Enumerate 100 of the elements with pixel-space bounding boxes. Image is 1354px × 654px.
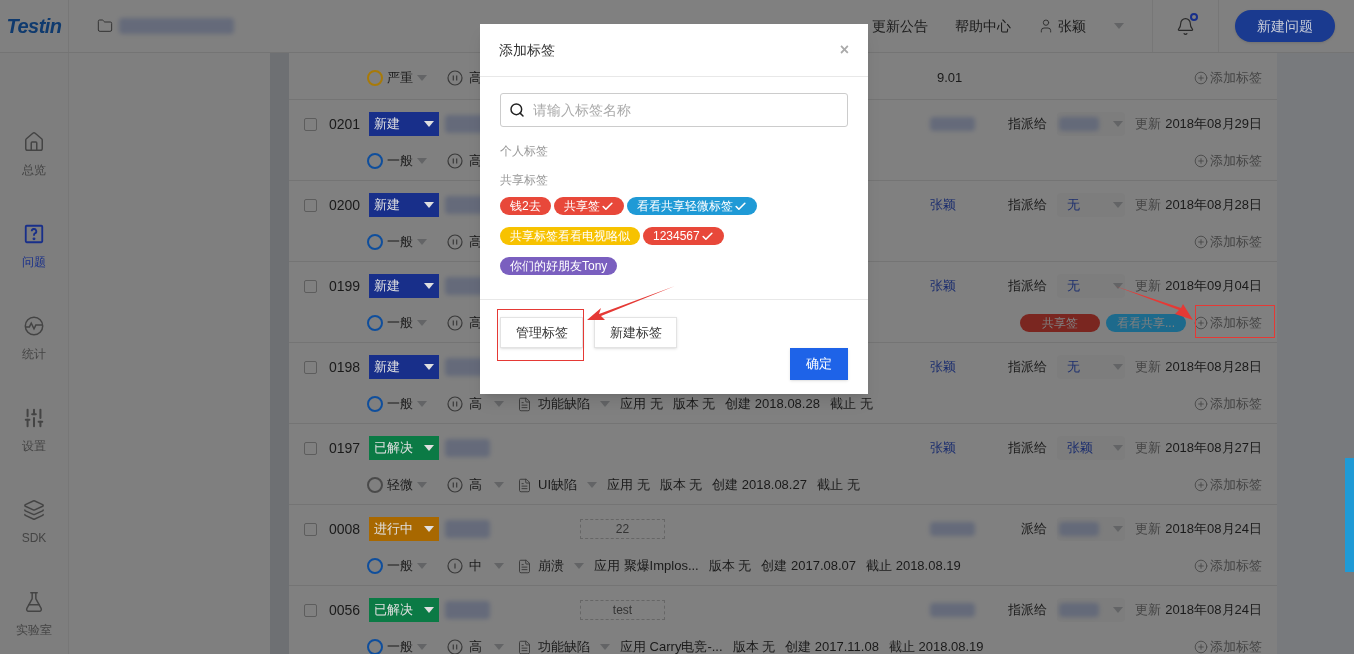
row-checkbox[interactable] [304, 360, 317, 374]
issue-id: 0197 [329, 438, 362, 458]
caret-icon [1113, 121, 1124, 127]
dialog-button[interactable]: 新建标签 [594, 317, 677, 348]
priority-select[interactable]: 中 [469, 556, 482, 576]
new-issue-button[interactable]: 新建问题 [1235, 10, 1335, 42]
reporter-name: 张颖 [930, 278, 957, 294]
flask-icon [23, 591, 45, 613]
user-menu[interactable]: 张颖 [1058, 15, 1086, 37]
priority-select[interactable]: 高 [469, 475, 482, 495]
assignee-label: 指派给 [1007, 277, 1048, 296]
caret-icon [1114, 23, 1124, 29]
header-link[interactable]: 更新公告 [872, 15, 928, 37]
priority-icon [447, 558, 463, 574]
status-select[interactable]: 新建 [369, 355, 439, 379]
logo[interactable]: Testin [6, 11, 62, 41]
updated-date: 2018年08月28日 [1165, 196, 1262, 215]
priority-select[interactable]: 高 [469, 637, 482, 654]
caret-icon [1113, 445, 1124, 451]
close-button[interactable]: × [839, 38, 849, 62]
severity-select[interactable]: 轻微 [387, 475, 413, 495]
type-select[interactable]: UI缺陷 [538, 475, 577, 495]
row-checkbox[interactable] [304, 117, 317, 131]
tag-chip[interactable]: 共享签 [1020, 314, 1100, 332]
assignee-label: 指派给 [1007, 196, 1048, 215]
priority-icon [447, 70, 463, 86]
home-icon [23, 131, 45, 153]
caret-icon [417, 401, 427, 407]
document-icon [517, 639, 532, 654]
meta-text: 版本 无 [659, 476, 703, 495]
tag-chip[interactable]: 看看共享轻微标签 [626, 197, 757, 215]
updated-date: 2018年08月27日 [1165, 439, 1262, 458]
status-select[interactable]: 已解决 [369, 436, 439, 460]
row-checkbox[interactable] [304, 522, 317, 536]
tag-chip[interactable]: 你们的好朋友Tony [500, 257, 618, 275]
status-select[interactable]: 新建 [369, 193, 439, 217]
sidebar-item[interactable]: 问题 [22, 223, 46, 271]
dashed-label: 22 [580, 519, 665, 539]
updated-date: 2018年09月04日 [1165, 277, 1262, 296]
priority-select[interactable]: 高 [469, 394, 482, 414]
type-select[interactable]: 功能缺陷 [538, 394, 590, 414]
caret-icon [600, 401, 610, 407]
caret-icon [587, 482, 597, 488]
caret-icon [1113, 283, 1124, 289]
confirm-button[interactable]: 确定 [790, 348, 848, 380]
tag-search-field[interactable]: 请输入标签名称 [500, 93, 848, 127]
caret-icon [417, 482, 427, 488]
status-select[interactable]: 新建 [369, 274, 439, 298]
caret-icon [424, 526, 434, 532]
bell-icon[interactable] [1176, 16, 1195, 36]
tag-chip[interactable]: 共享签 [553, 197, 624, 215]
status-select[interactable]: 进行中 [369, 517, 439, 541]
redacted-text [445, 520, 490, 538]
issue-id: 0199 [329, 276, 362, 296]
reporter-name: 张颖 [930, 440, 957, 456]
sliders-icon [23, 407, 45, 429]
caret-icon [424, 202, 434, 208]
tag-chip[interactable]: 1234567 [643, 227, 724, 245]
caret-icon [417, 239, 427, 245]
status-select[interactable]: 新建 [369, 112, 439, 136]
caret-icon [574, 563, 584, 569]
caret-icon [494, 644, 504, 650]
redacted-text [1059, 117, 1100, 131]
caret-icon [424, 445, 434, 451]
meta-text: 应用 聚爆Implos... [594, 557, 699, 576]
sidebar-item[interactable]: SDK [21, 499, 47, 547]
issue-id: 0198 [329, 357, 362, 377]
check-icon [700, 229, 714, 243]
row-checkbox[interactable] [304, 603, 317, 617]
issue-id: 0201 [329, 114, 362, 134]
row-checkbox[interactable] [304, 441, 317, 455]
redacted-text [930, 603, 976, 617]
meta-text: 创建 2018.08.28 [725, 395, 820, 414]
redacted-text [930, 117, 976, 131]
caret-icon [424, 283, 434, 289]
row-checkbox[interactable] [304, 279, 317, 293]
tag-chip[interactable]: 钱2去 [500, 197, 551, 215]
assignee-label: 指派给 [1007, 115, 1048, 134]
issue-id: 0008 [329, 519, 362, 539]
meta-text: 版本 无 [708, 557, 752, 576]
assignee-label: 指派给 [1007, 601, 1048, 620]
header-link[interactable]: 帮助中心 [955, 15, 1011, 37]
meta-text: 9.01 [937, 69, 963, 88]
meta-text: 版本 无 [672, 395, 716, 414]
meta-text: 截止 无 [816, 476, 860, 495]
feedback-tab[interactable] [1345, 458, 1354, 572]
caret-icon [1113, 364, 1124, 370]
severity-select[interactable]: 严重 [387, 68, 413, 88]
type-select[interactable]: 功能缺陷 [538, 637, 590, 654]
plus-icon [1194, 71, 1208, 85]
caret-icon [417, 158, 427, 164]
priority-icon [447, 396, 463, 412]
priority-icon [447, 153, 463, 169]
row-checkbox[interactable] [304, 198, 317, 212]
meta-text: 版本 无 [732, 638, 776, 654]
redacted-text [1059, 603, 1100, 617]
type-select[interactable]: 崩溃 [538, 556, 564, 576]
status-select[interactable]: 已解决 [369, 598, 439, 622]
caret-icon [494, 563, 504, 569]
redacted-text [445, 601, 490, 619]
